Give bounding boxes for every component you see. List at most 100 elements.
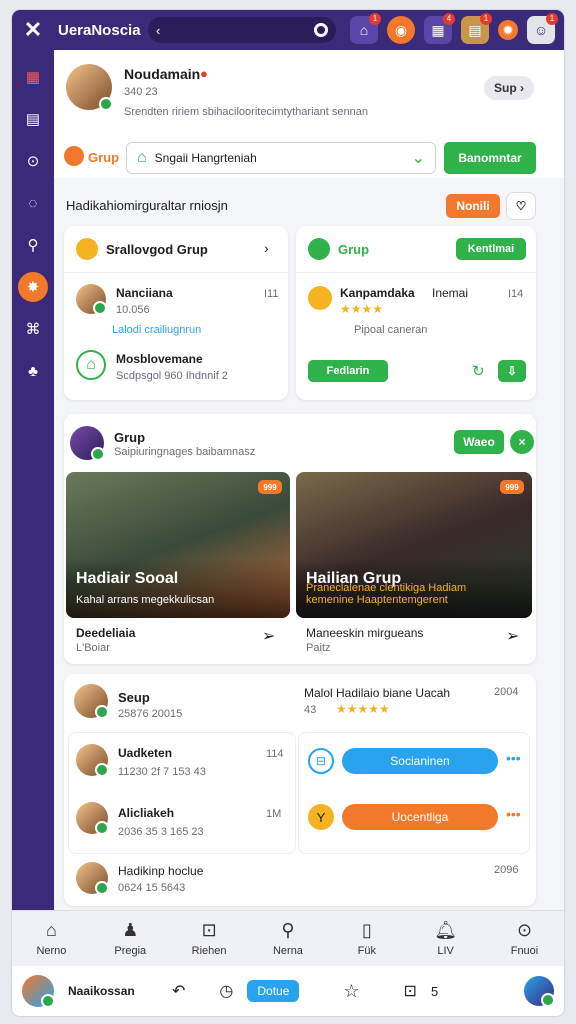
sup-button-label: Sup bbox=[493, 81, 517, 95]
group-card-button[interactable]: Kentlmai bbox=[456, 238, 526, 260]
sidebar-grid-icon[interactable]: ▦ bbox=[18, 62, 48, 92]
group-select[interactable]: ⌂ Sngaii Hangrteniah ⌄ bbox=[126, 142, 436, 174]
post-title: Hadiair Sooal bbox=[76, 570, 179, 587]
item-sub: Inemai bbox=[432, 286, 469, 300]
person-icon: ♟ bbox=[122, 920, 139, 940]
group-select-value: Sngaii Hangrteniah bbox=[154, 151, 257, 165]
sidebar: ▦ ▤ ⊙ ◌ ⚲ ✸ ⌘ ♣ bbox=[12, 50, 54, 922]
item-link[interactable]: Lalodi crailiugnrun bbox=[112, 324, 201, 336]
sidebar-chat-icon[interactable]: ◌ bbox=[18, 188, 48, 218]
group-card: Grup Kentlmai Kanpamdaka Inemai I14 ★★★★… bbox=[296, 226, 536, 400]
post-caption: Deedeliaia bbox=[76, 626, 136, 640]
undo-icon[interactable]: ↶ bbox=[172, 981, 185, 1001]
profile-icon[interactable]: ☺ 1 bbox=[527, 13, 558, 44]
calendar-icon[interactable]: ▦ 4 bbox=[424, 13, 455, 44]
blue-action-button[interactable]: Socianinen bbox=[342, 748, 498, 774]
badge: 1 bbox=[369, 13, 381, 25]
nav-settings[interactable]: ⊙ Fnuoi bbox=[494, 920, 554, 957]
sidebar-star-icon[interactable]: ✸ bbox=[18, 272, 48, 302]
coin-icon[interactable]: ◉ bbox=[387, 16, 415, 44]
item-meta: 10.056 bbox=[116, 304, 150, 316]
search-bar[interactable]: ‹ bbox=[148, 17, 336, 43]
box-icon bbox=[76, 238, 98, 260]
rating-value: 43 bbox=[304, 704, 317, 716]
sidebar-users-icon[interactable]: ♣ bbox=[18, 356, 48, 386]
activity-title: Malol Hadilaio biane Uacah bbox=[304, 686, 451, 700]
controller-icon[interactable]: ⌂ 1 bbox=[350, 13, 381, 44]
nav-label: Pregia bbox=[114, 945, 147, 957]
avatar[interactable] bbox=[524, 976, 555, 1007]
sidebar-target-icon[interactable]: ⊙ bbox=[18, 146, 48, 176]
nav-label: Riehen bbox=[191, 945, 227, 957]
post-image[interactable]: 999 Hailian Grup Praneclalenae clentikig… bbox=[296, 472, 532, 618]
status-user: Naaikossan bbox=[68, 984, 135, 998]
group-label: Grup bbox=[88, 150, 120, 165]
groups-card-header: Srallovgod Grup bbox=[106, 242, 208, 257]
briefcase-icon[interactable]: ▤ 1 bbox=[461, 13, 492, 44]
settings-icon[interactable]: ✹ bbox=[498, 20, 518, 40]
feed-card: Grup Saipiuringnages baibamnasz Waeo × 9… bbox=[64, 414, 536, 664]
house-icon: ⌂ bbox=[76, 350, 106, 380]
nav-shop[interactable]: ⊡ Riehen bbox=[179, 920, 239, 957]
record-icon[interactable] bbox=[314, 23, 328, 37]
image-overlay bbox=[66, 558, 290, 618]
avatar[interactable] bbox=[76, 744, 109, 777]
bag-icon[interactable]: ⊡ bbox=[404, 981, 417, 1001]
profile-count: 340 23 bbox=[124, 86, 158, 98]
nav-home[interactable]: ⌂ Nerno bbox=[21, 920, 81, 957]
orange-action-button[interactable]: Uocentliga bbox=[342, 804, 498, 830]
nav-label: Fük bbox=[357, 945, 376, 957]
app-logo-icon[interactable]: ✕ bbox=[12, 10, 54, 50]
footer-name: Hadikinp hoclue bbox=[118, 864, 204, 878]
nav-search[interactable]: ⚲ Nerna bbox=[258, 920, 318, 957]
fedlarin-button[interactable]: Fedlarin bbox=[308, 360, 388, 382]
avatar[interactable] bbox=[70, 426, 105, 461]
download-icon[interactable]: ⇩ bbox=[498, 360, 526, 382]
avatar[interactable] bbox=[66, 64, 113, 111]
clock-icon[interactable]: ◷ bbox=[219, 981, 233, 1001]
sidebar-calendar-icon[interactable]: ▤ bbox=[18, 104, 48, 134]
post-image[interactable]: 999 Hadiair Sooal Kahal arrans megekkuli… bbox=[66, 472, 290, 618]
item-name: Nanciiana bbox=[116, 286, 173, 300]
bag-icon bbox=[308, 286, 332, 310]
badge: 4 bbox=[443, 13, 455, 25]
close-icon[interactable]: × bbox=[510, 430, 534, 454]
more-icon[interactable]: ••• bbox=[506, 750, 521, 766]
settings-icon: ⊙ bbox=[516, 920, 533, 940]
nav-notifications[interactable]: 🔔︎ LIV bbox=[416, 920, 476, 957]
divider bbox=[296, 272, 536, 273]
nav-label: Fnuoi bbox=[510, 945, 539, 957]
avatar[interactable] bbox=[22, 975, 55, 1008]
item-name: Uadketen bbox=[118, 746, 173, 760]
nav-profile[interactable]: ♟ Pregia bbox=[100, 920, 160, 957]
heart-icon[interactable]: ♡ bbox=[506, 192, 536, 220]
group-action-button[interactable]: Banomntar bbox=[444, 142, 536, 174]
back-chevron-icon[interactable]: ‹ bbox=[156, 23, 160, 38]
pin-icon: Y bbox=[308, 804, 334, 830]
chevron-down-icon: ⌄ bbox=[411, 150, 425, 167]
bottom-nav: ⌂ Nerno ♟ Pregia ⊡ Riehen ⚲ Nerna ▯ Fük 🔔︎ LIV… bbox=[12, 910, 564, 966]
section-button[interactable]: Nonili bbox=[446, 194, 500, 218]
group-icon bbox=[64, 146, 84, 166]
groups-card: Srallovgod Grup › Nanciiana I11 10.056 L… bbox=[64, 226, 288, 400]
more-icon[interactable]: ••• bbox=[506, 806, 521, 822]
avatar[interactable] bbox=[74, 684, 109, 719]
nav-label: Nerno bbox=[36, 945, 67, 957]
share-icon[interactable]: ➢ bbox=[262, 626, 275, 646]
share-icon[interactable]: ➢ bbox=[506, 626, 519, 646]
avatar[interactable] bbox=[76, 284, 107, 315]
search-icon: ⚲ bbox=[281, 920, 295, 940]
feed-sub: Saipiuringnages baibamnasz bbox=[114, 446, 256, 458]
sidebar-search-icon[interactable]: ⚲ bbox=[18, 230, 48, 260]
star-icon[interactable]: ☆ bbox=[343, 981, 359, 1002]
avatar[interactable] bbox=[76, 862, 109, 895]
sidebar-network-icon[interactable]: ⌘ bbox=[18, 314, 48, 344]
follow-button[interactable]: Waeo bbox=[454, 430, 504, 454]
refresh-icon[interactable]: ↻ bbox=[472, 362, 485, 380]
status-pill[interactable]: Dotue bbox=[247, 980, 300, 1002]
post-caption-sub: L'Boiar bbox=[76, 642, 110, 654]
chevron-right-icon[interactable]: › bbox=[264, 240, 269, 256]
nav-phone[interactable]: ▯ Fük bbox=[337, 920, 397, 957]
avatar[interactable] bbox=[76, 802, 109, 835]
sup-button[interactable]: Sup › bbox=[484, 76, 534, 100]
